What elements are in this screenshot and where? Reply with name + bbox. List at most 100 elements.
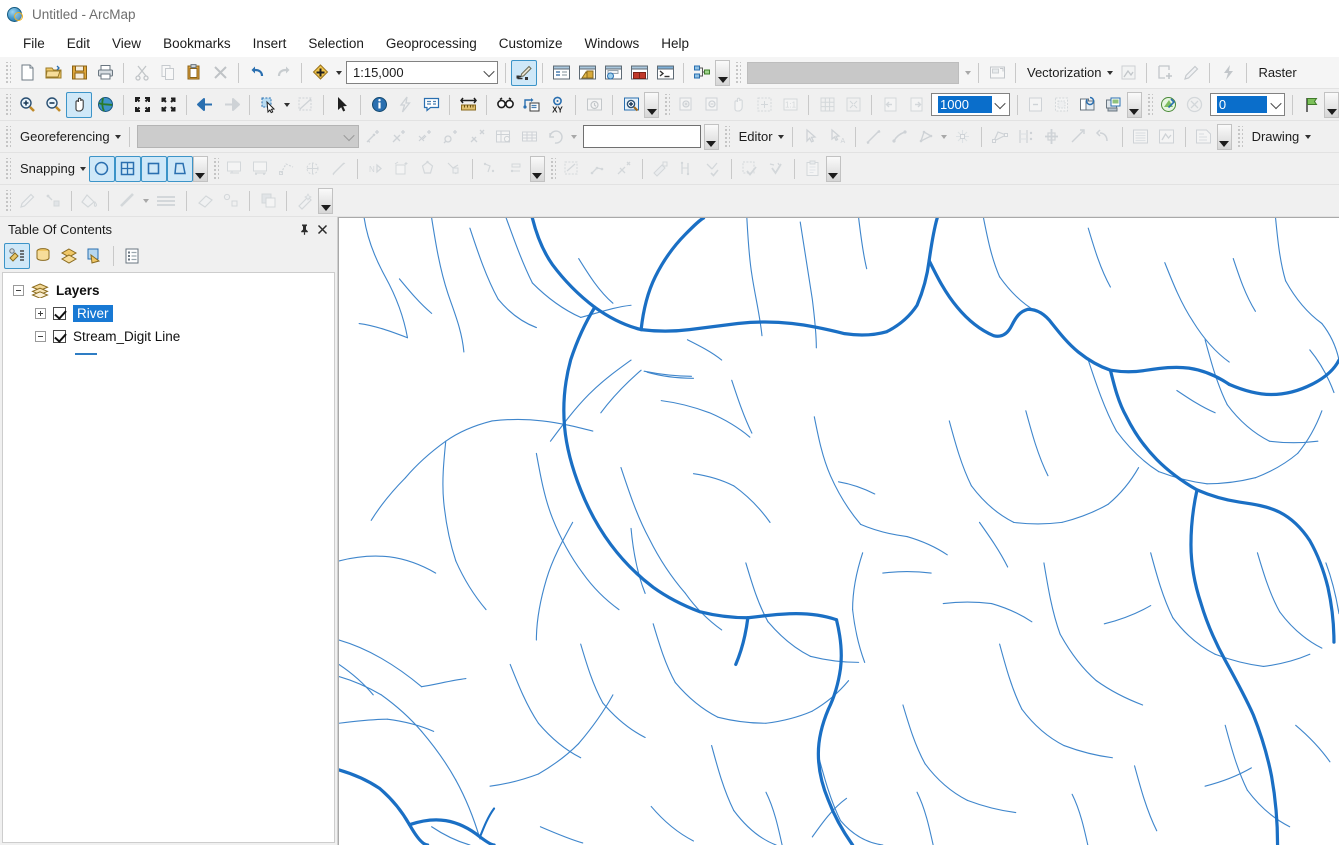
toolbar-overflow-button[interactable]: [826, 156, 841, 182]
construct-dropdown-icon[interactable]: [939, 124, 950, 150]
vectorization-layer-box[interactable]: [747, 62, 959, 84]
menu-geoprocessing[interactable]: Geoprocessing: [375, 33, 488, 54]
topology-modify-icon[interactable]: [504, 156, 530, 182]
toolbar-grip[interactable]: [549, 158, 556, 180]
topology-validate-icon[interactable]: [300, 156, 326, 182]
select-dropdown-icon[interactable]: [281, 92, 292, 118]
new-document-icon[interactable]: [14, 60, 40, 86]
list-by-source-icon[interactable]: [30, 243, 56, 269]
vectorization-lightning-icon[interactable]: [1215, 60, 1241, 86]
collapse-expander-icon[interactable]: [35, 331, 46, 342]
effects-magic-icon[interactable]: [292, 188, 318, 214]
raster-menu-label[interactable]: Raster: [1252, 65, 1299, 80]
collapse-expander-icon[interactable]: [13, 285, 24, 296]
georeferencing-angle-input[interactable]: [583, 125, 701, 148]
find-route-icon[interactable]: [518, 92, 544, 118]
fixed-zoom-in-icon[interactable]: [129, 92, 155, 118]
topology-map-icon[interactable]: [222, 156, 248, 182]
vectorization-dropdown-icon[interactable]: [1104, 60, 1115, 86]
chevron-down-icon[interactable]: [480, 62, 497, 83]
effects-clear-icon[interactable]: [1182, 92, 1208, 118]
raster-zoom-out-icon[interactable]: [699, 92, 725, 118]
find-icon[interactable]: [492, 92, 518, 118]
cut-polygons-icon[interactable]: [1013, 124, 1039, 150]
toolbar-grip[interactable]: [663, 94, 670, 116]
toolbar-grip[interactable]: [723, 126, 730, 148]
options-icon[interactable]: [119, 243, 145, 269]
menu-edit[interactable]: Edit: [56, 33, 101, 54]
toolbar-overflow-button[interactable]: [318, 188, 333, 214]
drawing-dropdown-icon[interactable]: [1302, 124, 1313, 150]
auto-register-icon[interactable]: [387, 124, 413, 150]
layer-visibility-checkbox-river[interactable]: [53, 307, 66, 320]
flag-icon[interactable]: [1298, 92, 1324, 118]
attributes-icon[interactable]: [1128, 124, 1154, 150]
toc-node-layers[interactable]: Layers: [3, 279, 334, 302]
chevron-down-icon[interactable]: [341, 126, 358, 147]
editor-dropdown-icon[interactable]: [776, 124, 787, 150]
effects-link-icon[interactable]: [1156, 92, 1182, 118]
topology-next-error-icon[interactable]: N: [363, 156, 389, 182]
split-tool-icon[interactable]: [1039, 124, 1065, 150]
spatial-adjust-apply-icon[interactable]: [700, 156, 726, 182]
view-link-table-icon[interactable]: [491, 124, 517, 150]
rotate-feature-icon[interactable]: [1065, 124, 1091, 150]
toolbar-overflow-button[interactable]: [704, 124, 719, 150]
shape-select-icon[interactable]: [218, 188, 244, 214]
raster-export-icon[interactable]: [1101, 92, 1127, 118]
layer-visibility-checkbox-stream[interactable]: [53, 330, 66, 343]
snapping-dropdown-icon[interactable]: [78, 156, 89, 182]
toolbar-overflow-button[interactable]: [1127, 92, 1142, 118]
eraser-icon[interactable]: [192, 188, 218, 214]
raster-actual-size-icon[interactable]: 1:1: [777, 92, 803, 118]
menu-bookmarks[interactable]: Bookmarks: [152, 33, 242, 54]
arrange-order-icon[interactable]: [255, 188, 281, 214]
menu-help[interactable]: Help: [650, 33, 700, 54]
link-table-icon[interactable]: [413, 124, 439, 150]
html-popup-icon[interactable]: [418, 92, 444, 118]
close-icon[interactable]: [313, 220, 331, 238]
drawing-menu-label[interactable]: Drawing: [1246, 129, 1303, 144]
model-builder-icon[interactable]: [689, 60, 715, 86]
raster-value-combo[interactable]: 1000: [931, 93, 1010, 116]
point-snapping-icon[interactable]: [89, 156, 115, 182]
vectorization-menu-label[interactable]: Vectorization: [1021, 65, 1104, 80]
menu-customize[interactable]: Customize: [488, 33, 574, 54]
toc-tree[interactable]: Layers River Stream_Digit Line: [2, 272, 335, 843]
paste-icon[interactable]: [181, 60, 207, 86]
construct-polygon-icon[interactable]: [913, 124, 939, 150]
georeferencing-layer-combo[interactable]: [137, 125, 359, 148]
chevron-down-icon[interactable]: [962, 60, 973, 86]
toolbar-grip[interactable]: [734, 62, 741, 84]
rotate-dropdown-icon[interactable]: [569, 124, 580, 150]
copy-icon[interactable]: [155, 60, 181, 86]
toolbar-grip[interactable]: [4, 190, 11, 212]
topology-add-icon[interactable]: [389, 156, 415, 182]
topology-construct-icon[interactable]: [478, 156, 504, 182]
toc-layer-stream-digit-line[interactable]: Stream_Digit Line: [3, 325, 334, 348]
sketch-properties-icon[interactable]: [1154, 124, 1180, 150]
fixed-zoom-out-icon[interactable]: [155, 92, 181, 118]
raster-new-icon[interactable]: [1023, 92, 1049, 118]
toc-layer-river[interactable]: River: [3, 302, 334, 325]
pin-icon[interactable]: [295, 220, 313, 238]
topology-select-icon[interactable]: [248, 156, 274, 182]
toolbar-grip[interactable]: [1146, 94, 1153, 116]
go-to-xy-icon[interactable]: XY: [544, 92, 570, 118]
table-of-contents-icon[interactable]: [548, 60, 574, 86]
select-features-icon[interactable]: [255, 92, 281, 118]
raster-fit-icon[interactable]: [840, 92, 866, 118]
vectorization-settings-icon[interactable]: [984, 60, 1010, 86]
toolbar-grip[interactable]: [1236, 126, 1243, 148]
create-viewer-window-icon[interactable]: [618, 92, 644, 118]
map-canvas[interactable]: [338, 217, 1339, 845]
undo-icon[interactable]: [244, 60, 270, 86]
draw-select-icon[interactable]: [40, 188, 66, 214]
clear-selection-icon[interactable]: [292, 92, 318, 118]
end-snapping-icon[interactable]: [141, 156, 167, 182]
snapping-menu-label[interactable]: Snapping: [14, 161, 78, 176]
menu-file[interactable]: File: [12, 33, 56, 54]
zoom-out-icon[interactable]: [40, 92, 66, 118]
toolbar-grip[interactable]: [4, 158, 11, 180]
raster-previous-icon[interactable]: [877, 92, 903, 118]
